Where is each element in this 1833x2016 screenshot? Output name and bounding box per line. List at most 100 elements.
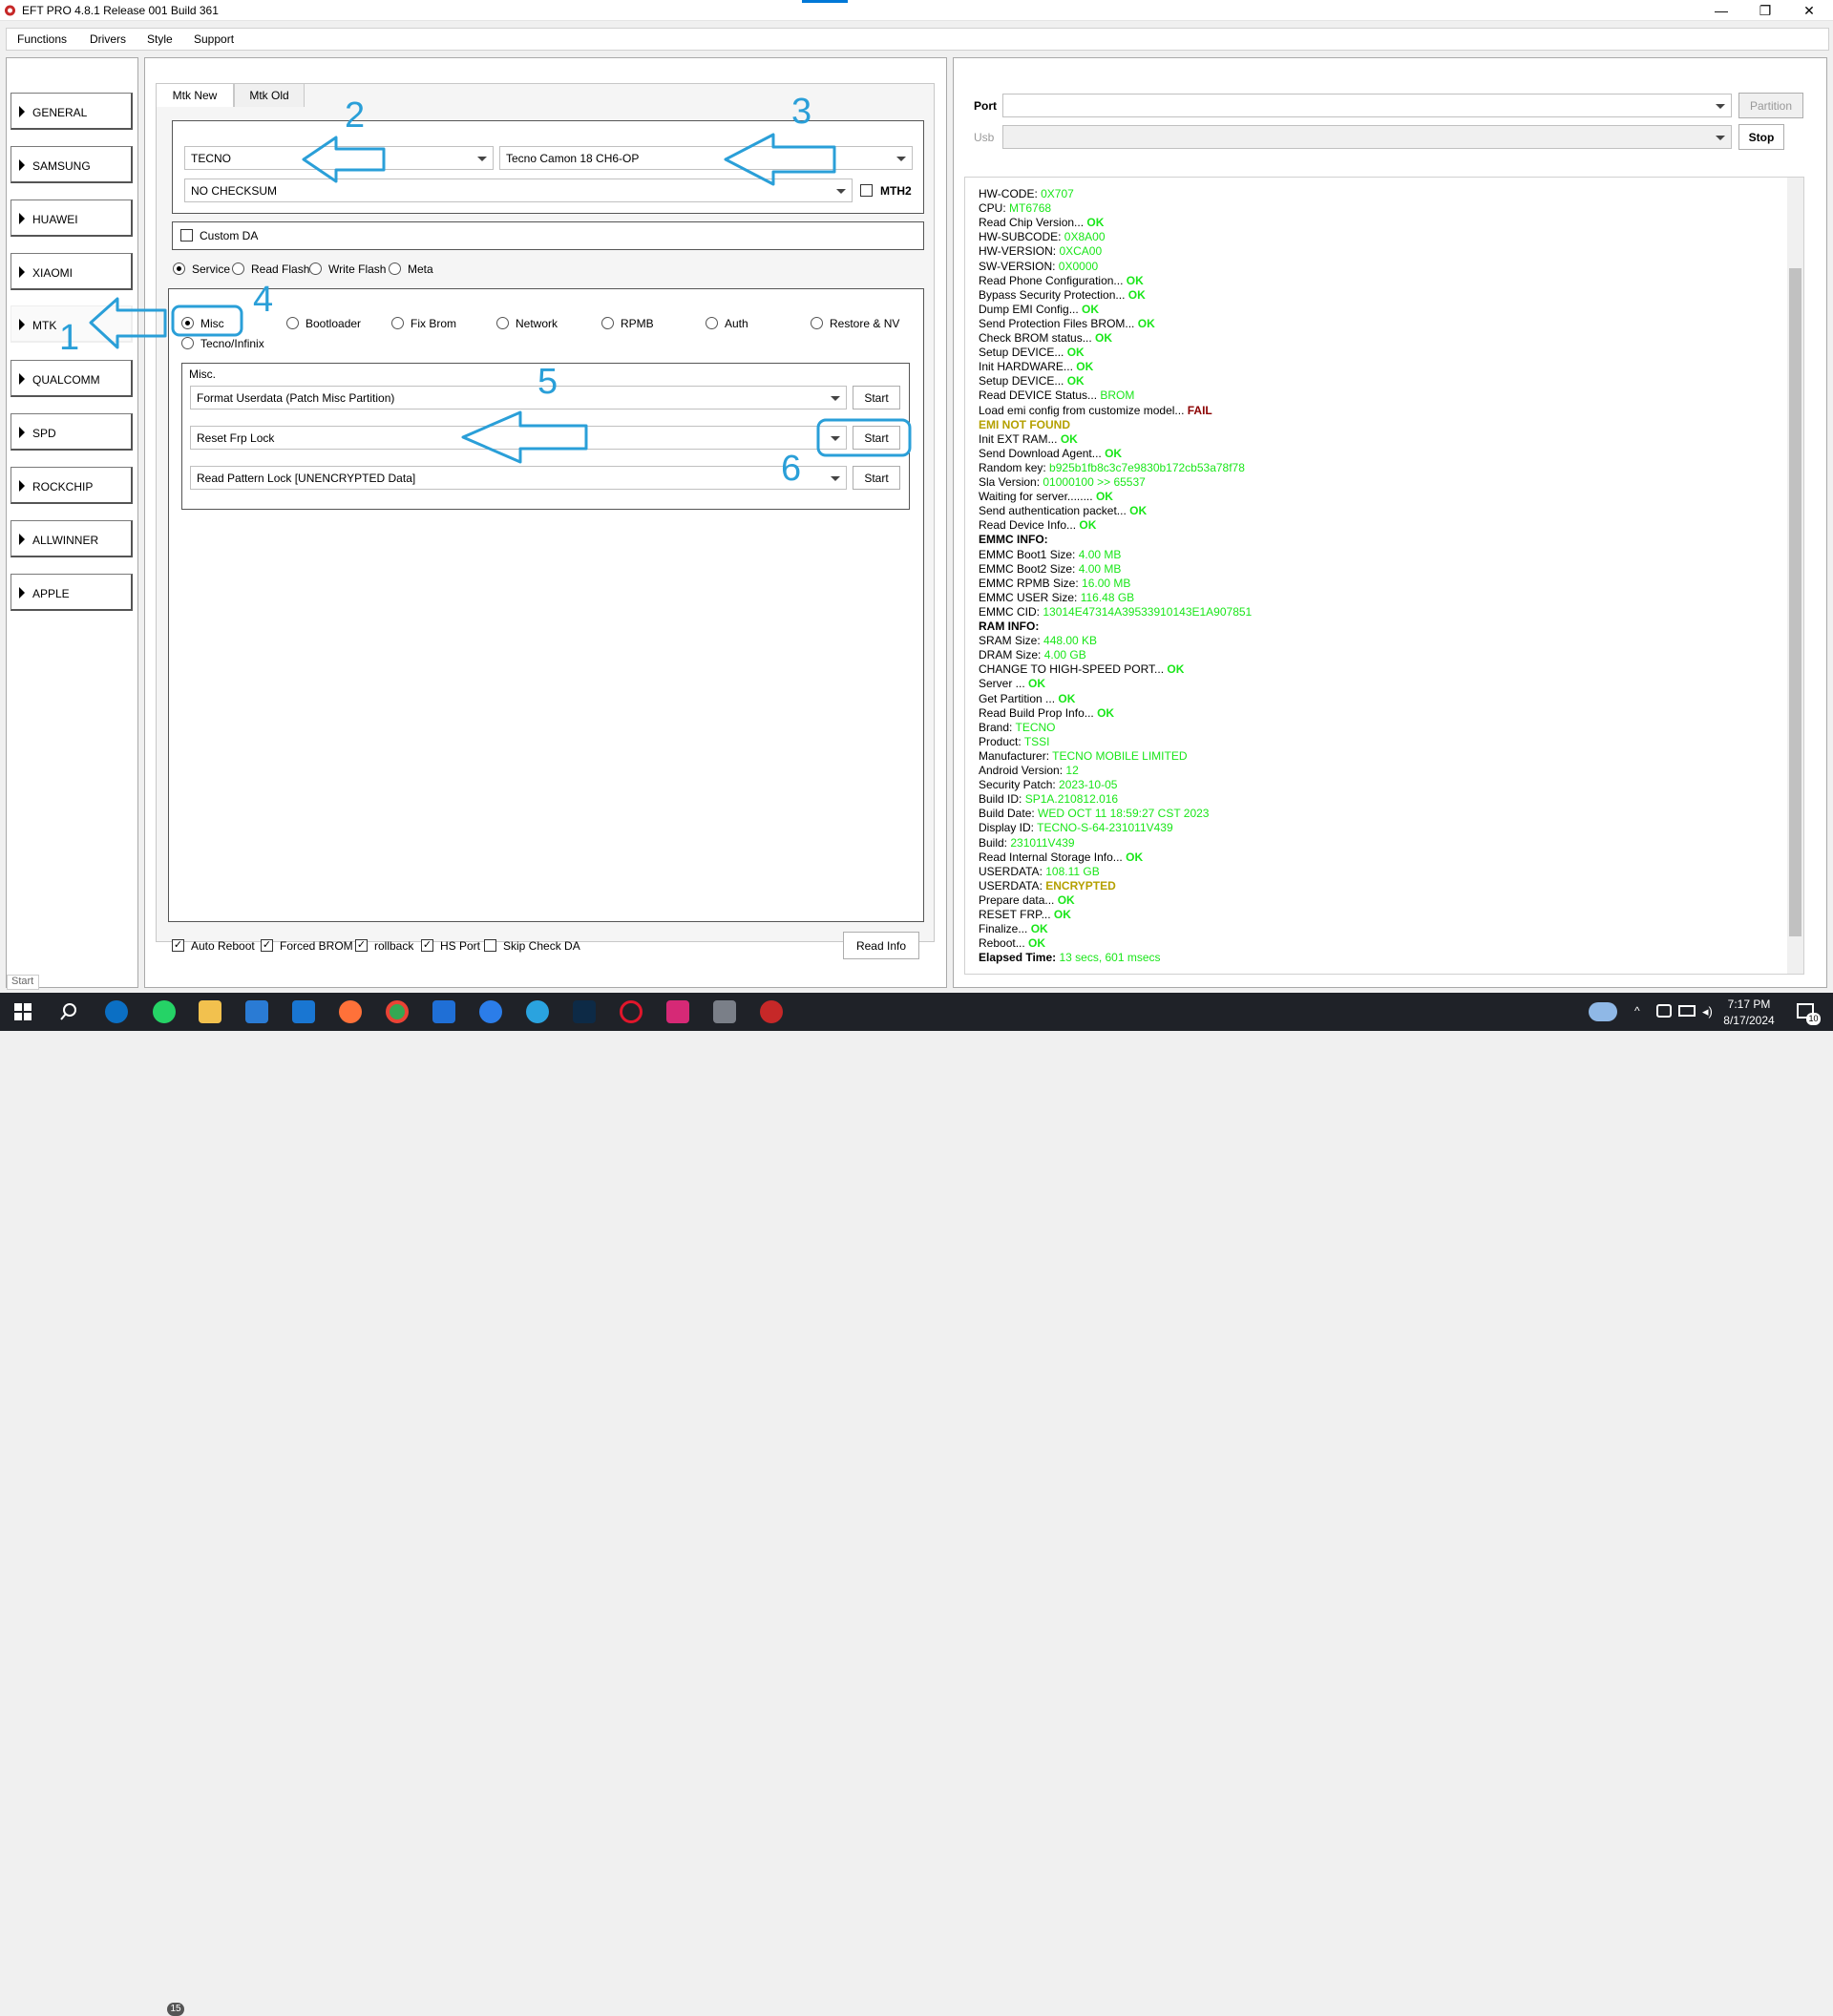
search-icon[interactable] [57, 1000, 80, 1023]
log-line: Read Device Info... OK [979, 518, 1096, 532]
log-line: Server ... OK [979, 677, 1045, 690]
read-info-button[interactable]: Read Info [843, 932, 919, 959]
firefox-icon[interactable] [339, 1000, 362, 1023]
log-segment: 13014E47314A39533910143E1A907851 [1043, 604, 1253, 619]
chevron-down-icon [1716, 104, 1725, 109]
whatsapp-icon[interactable] [153, 1000, 176, 1023]
log-segment: SW-VERSION: [979, 259, 1059, 273]
sidebar-item-allwinner[interactable]: ALLWINNER [11, 520, 133, 557]
eft-icon[interactable] [760, 1000, 783, 1023]
log-segment: OK [1126, 850, 1144, 864]
log-segment: Init HARDWARE... [979, 360, 1077, 374]
log-segment: SP1A.210812.016 [1024, 792, 1119, 807]
stop-button[interactable]: Stop [1738, 124, 1784, 150]
settings-icon[interactable] [479, 1000, 502, 1023]
partition-button[interactable]: Partition [1738, 93, 1803, 118]
opera-icon[interactable] [620, 1000, 643, 1023]
usb-label: Usb [974, 131, 995, 144]
skip-check-da-checkbox[interactable] [484, 939, 496, 952]
log-line: SRAM Size: 448.00 KB [979, 634, 1097, 647]
triangle-icon [19, 534, 25, 545]
log-segment: OK [1076, 360, 1094, 374]
log-segment: Build ID: [979, 792, 1025, 807]
log-segment: Android Version: [979, 764, 1066, 777]
log-line: Bypass Security Protection... OK [979, 288, 1146, 302]
mail-icon[interactable] [292, 1000, 315, 1023]
log-segment: Sla Version: [979, 475, 1043, 489]
edge-icon[interactable] [105, 1000, 128, 1023]
log-scrollbar[interactable] [1787, 178, 1803, 974]
log-line: CPU: MT6768 [979, 201, 1051, 215]
log-segment: Read Internal Storage Info... [979, 850, 1127, 864]
chrome-icon[interactable] [386, 1000, 409, 1023]
usb-select[interactable] [1002, 125, 1732, 149]
log-segment: Setup DEVICE... [979, 346, 1067, 360]
close-button[interactable]: ✕ [1787, 0, 1831, 21]
log-line: Sla Version: 01000100 >> 65537 [979, 475, 1146, 489]
log-line: Read DEVICE Status... BROM [979, 388, 1134, 402]
log-scrollbar-thumb[interactable] [1789, 268, 1801, 936]
app-tool-icon[interactable] [713, 1000, 736, 1023]
volume-icon[interactable]: ◂) [1702, 1004, 1713, 1019]
status-start: Start [7, 975, 39, 990]
log-segment: TECNO-S-64-231011V439 [1037, 821, 1173, 835]
log-segment: Server ... [979, 677, 1029, 691]
notification-badge: 10 [1806, 1013, 1821, 1025]
port-select[interactable] [1002, 94, 1732, 117]
log-segment: EMMC USER Size: [979, 590, 1081, 604]
log-line: Load emi config from customize model... … [979, 404, 1212, 417]
log-segment: HW-VERSION: [979, 244, 1060, 259]
log-segment: 12 [1065, 764, 1079, 777]
display-icon[interactable] [1678, 1005, 1696, 1017]
weather-icon[interactable] [1589, 1002, 1617, 1021]
log-segment: OK [1082, 302, 1100, 316]
store-icon[interactable] [245, 1000, 268, 1023]
log-segment: Read Device Info... [979, 518, 1080, 533]
log-segment: Load emi config from customize model... [979, 403, 1188, 417]
log-segment: Read DEVICE Status... [979, 388, 1101, 403]
log-line: Reboot... OK [979, 936, 1045, 950]
photoshop-icon[interactable] [573, 1000, 596, 1023]
annotation-2: 2 [345, 95, 366, 136]
file-explorer-icon[interactable] [199, 1000, 221, 1023]
log-segment: OK [1097, 705, 1115, 720]
annotation-5: 5 [537, 362, 558, 402]
log-line: Read Chip Version... OK [979, 216, 1104, 229]
log-line: EMMC Boot2 Size: 4.00 MB [979, 562, 1121, 576]
skip-check-da-label: Skip Check DA [503, 939, 580, 953]
instagram-icon[interactable] [666, 1000, 689, 1023]
log-segment: Brand: [979, 720, 1016, 734]
log-segment: Manufacturer: [979, 748, 1053, 763]
tray-chevron-icon[interactable]: ^ [1634, 1004, 1640, 1018]
forced-brom-checkbox[interactable]: ✓ [261, 939, 273, 952]
log-segment: DRAM Size: [979, 648, 1044, 662]
log-line: EMMC CID: 13014E47314A39533910143E1A9078… [979, 605, 1252, 619]
log-segment: MT6768 [1009, 201, 1052, 216]
log-segment: Init EXT RAM... [979, 431, 1061, 446]
log-segment: Reboot... [979, 936, 1029, 951]
clock-time[interactable]: 7:17 PM [1722, 998, 1776, 1011]
rollback-checkbox[interactable]: ✓ [355, 939, 368, 952]
log-segment: TSSI [1023, 734, 1050, 748]
forced-brom-label: Forced BROM [280, 939, 353, 953]
network-icon[interactable] [1656, 1004, 1672, 1018]
windows-icon[interactable] [11, 1000, 34, 1023]
log-segment: OK [1095, 490, 1113, 504]
log-segment: 448.00 KB [1043, 634, 1098, 648]
sidebar-item-apple[interactable]: APPLE [11, 574, 133, 611]
log-segment: 4.00 MB [1078, 561, 1122, 576]
auto-reboot-checkbox[interactable]: ✓ [172, 939, 184, 952]
log-segment: Waiting for server........ [979, 490, 1096, 504]
log-segment: EMMC Boot2 Size: [979, 561, 1079, 576]
app-3-icon[interactable] [432, 1000, 455, 1023]
clock-date[interactable]: 8/17/2024 [1722, 1014, 1776, 1027]
telegram-icon[interactable] [526, 1000, 549, 1023]
log-line: Setup DEVICE... OK [979, 346, 1085, 359]
log-line: Setup DEVICE... OK [979, 374, 1085, 388]
hs-port-checkbox[interactable]: ✓ [421, 939, 433, 952]
log-segment: Random key: [979, 460, 1050, 474]
restore-button[interactable]: ❐ [1743, 0, 1787, 21]
log-segment: OK [1137, 316, 1155, 330]
log-output[interactable]: HW-CODE: 0X707 CPU: MT6768 Read Chip Versi… [964, 177, 1804, 975]
minimize-button[interactable]: — [1699, 0, 1743, 21]
